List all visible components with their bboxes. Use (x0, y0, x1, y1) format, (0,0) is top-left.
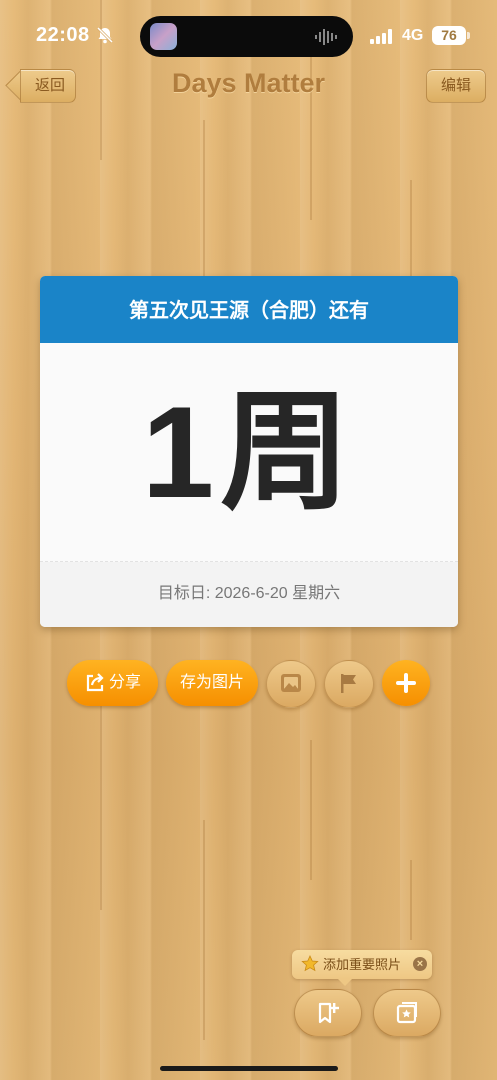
audio-wave-icon (315, 29, 337, 45)
share-icon (86, 673, 104, 692)
add-button[interactable] (382, 660, 430, 706)
share-button[interactable]: 分享 (67, 660, 158, 706)
status-time: 22:08 (36, 24, 90, 46)
bookmark-add-icon (318, 1002, 339, 1024)
tip-text: 添加重要照片 (323, 957, 402, 972)
countdown-card[interactable]: 第五次见王源（合肥）还有 1周 目标日: 2026-6-20 星期六 (40, 276, 458, 627)
star-icon (301, 955, 319, 972)
add-photo-tip[interactable]: 添加重要照片 × (292, 950, 432, 986)
event-title: 第五次见王源（合肥）还有 (40, 276, 458, 343)
save-as-image-button[interactable]: 存为图片 (166, 660, 258, 706)
signal-icon (370, 29, 392, 44)
countdown-value: 1周 (141, 379, 357, 525)
background-image-button[interactable] (266, 660, 316, 708)
close-icon[interactable]: × (413, 957, 427, 971)
share-label: 分享 (109, 674, 142, 691)
page-title: Days Matter (171, 68, 326, 98)
bell-muted-icon (96, 26, 114, 44)
image-icon (281, 674, 301, 692)
battery-icon: 76 (432, 26, 470, 45)
now-playing-app-icon (150, 23, 177, 50)
edit-button[interactable]: 编辑 (426, 69, 486, 103)
countdown-body: 1周 (40, 343, 458, 562)
flag-icon (341, 674, 356, 693)
network-type: 4G (402, 27, 424, 44)
plus-icon (396, 673, 416, 693)
dynamic-island (140, 16, 353, 57)
flag-button[interactable] (324, 660, 374, 708)
home-indicator[interactable] (160, 1066, 338, 1071)
photo-star-icon (396, 1002, 417, 1024)
photo-album-button[interactable] (373, 989, 441, 1037)
target-date: 目标日: 2026-6-20 星期六 (40, 562, 458, 627)
status-bar: 22:08 4G 76 (0, 0, 497, 72)
add-bookmark-button[interactable] (294, 989, 362, 1037)
